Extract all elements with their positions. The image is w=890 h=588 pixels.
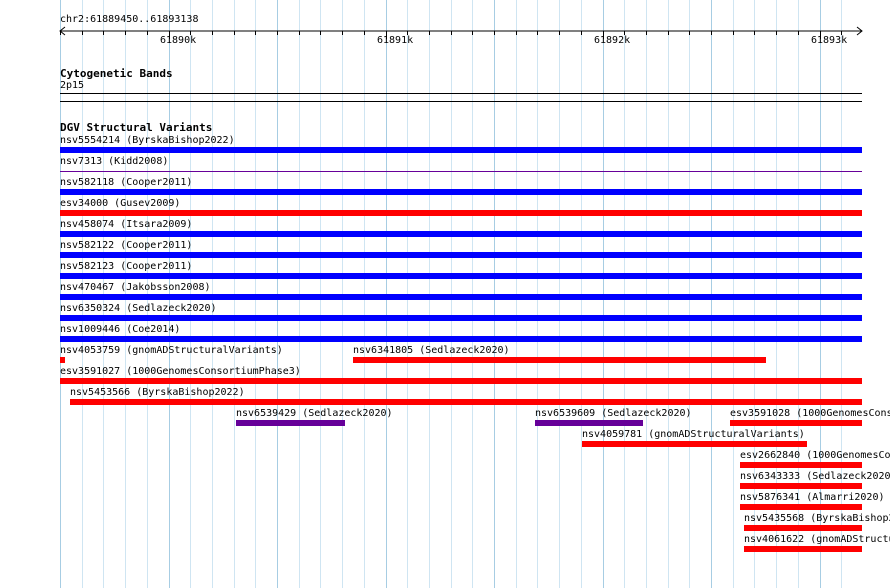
ruler-minor-tick [277, 31, 278, 35]
dgv-feature-label: nsv582123 (Cooper2011) [60, 261, 193, 272]
dgv-feature-label: nsv4059781 (gnomADStructuralVariants) [582, 429, 805, 440]
dgv-feature-label: nsv4061622 (gnomADStructu [744, 534, 890, 545]
dgv-feature-label: nsv470467 (Jakobsson2008) [60, 282, 211, 293]
dgv-feature-label: nsv6539429 (Sedlazeck2020) [236, 408, 393, 419]
ruler-minor-tick [516, 31, 517, 35]
dgv-feature-bar[interactable] [60, 171, 862, 172]
ruler-minor-tick [537, 31, 538, 35]
ruler-minor-tick [668, 31, 669, 35]
dgv-feature-bar[interactable] [60, 294, 862, 300]
ruler-minor-tick [342, 31, 343, 35]
dgv-feature-bar[interactable] [60, 147, 862, 153]
dgv-feature-label: esv3591028 (1000GenomesCons [730, 408, 890, 419]
dgv-track-title[interactable]: DGV Structural Variants [60, 122, 212, 134]
dgv-feature-bar[interactable] [744, 546, 862, 552]
ruler-minor-tick [364, 31, 365, 35]
dgv-feature-label: nsv582122 (Cooper2011) [60, 240, 193, 251]
dgv-feature-bar[interactable] [582, 441, 807, 447]
ruler-minor-tick [82, 31, 83, 35]
dgv-feature-label: nsv6343333 (Sedlazeck2020 [740, 471, 890, 482]
ruler-minor-tick [60, 31, 61, 35]
genome-browser-view: { "ruler": { "locus": "chr2:61889450..61… [0, 0, 890, 588]
ruler-minor-tick [733, 31, 734, 35]
ruler-minor-tick [125, 31, 126, 35]
ruler-minor-tick [754, 31, 755, 35]
ruler-minor-tick [234, 31, 235, 35]
dgv-feature-bar[interactable] [60, 378, 862, 384]
dgv-feature-bar[interactable] [60, 336, 862, 342]
dgv-feature-bar[interactable] [730, 420, 862, 426]
dgv-feature-bar[interactable] [60, 189, 862, 195]
ruler-minor-tick [689, 31, 690, 35]
dgv-feature-label: nsv5554214 (ByrskaBishop2022) [60, 135, 235, 146]
locus-label: chr2:61889450..61893138 [60, 14, 199, 25]
dgv-feature-label: nsv6341805 (Sedlazeck2020) [353, 345, 510, 356]
tick-label: 61893k [811, 35, 848, 46]
ruler-minor-tick [581, 31, 582, 35]
ruler-minor-tick [472, 31, 473, 35]
ruler-minor-tick [212, 31, 213, 35]
dgv-feature-bar[interactable] [353, 357, 766, 363]
dgv-feature-bar[interactable] [70, 399, 862, 405]
ruler-minor-tick [147, 31, 148, 35]
dgv-feature-bar[interactable] [535, 420, 643, 426]
dgv-feature-label: esv2662840 (1000GenomesCo [740, 450, 890, 461]
dgv-feature-bar[interactable] [60, 357, 65, 363]
dgv-feature-label: esv34000 (Gusev2009) [60, 198, 181, 209]
ruler-minor-tick [711, 31, 712, 35]
ruler-minor-tick [646, 31, 647, 35]
dgv-feature-label: nsv4053759 (gnomADStructuralVariants) [60, 345, 283, 356]
dgv-feature-label: nsv582118 (Cooper2011) [60, 177, 193, 188]
dgv-feature-bar[interactable] [60, 252, 862, 258]
dgv-feature-label: nsv5435568 (ByrskaBishop2 [744, 513, 890, 524]
tick-label: 61890k [160, 35, 197, 46]
dgv-feature-label: nsv5876341 (Almarri2020) [740, 492, 885, 503]
dgv-feature-label: nsv1009446 (Coe2014) [60, 324, 181, 335]
ruler-minor-tick [559, 31, 560, 35]
dgv-feature-label: nsv6350324 (Sedlazeck2020) [60, 303, 217, 314]
cytoband-track-title[interactable]: Cytogenetic Bands [60, 68, 173, 80]
tick-label: 61891k [377, 35, 414, 46]
ruler-minor-tick [255, 31, 256, 35]
ruler-minor-tick [299, 31, 300, 35]
cytoband-line-top [60, 93, 862, 94]
dgv-feature-bar[interactable] [740, 504, 862, 510]
tick-label: 61892k [594, 35, 631, 46]
dgv-feature-label: nsv7313 (Kidd2008) [60, 156, 169, 167]
dgv-feature-bar[interactable] [740, 483, 862, 489]
ruler-minor-tick [103, 31, 104, 35]
cytoband-line-bottom [60, 101, 862, 102]
dgv-feature-bar[interactable] [236, 420, 345, 426]
cytoband-label: 2p15 [60, 80, 85, 91]
dgv-feature-label: esv3591027 (1000GenomesConsortiumPhase3) [60, 366, 301, 377]
dgv-feature-label: nsv5453566 (ByrskaBishop2022) [70, 387, 245, 398]
ruler-minor-tick [451, 31, 452, 35]
dgv-feature-bar[interactable] [60, 315, 862, 321]
dgv-feature-bar[interactable] [740, 462, 862, 468]
ruler-minor-tick [429, 31, 430, 35]
dgv-feature-bar[interactable] [744, 525, 862, 531]
ruler-minor-tick [320, 31, 321, 35]
dgv-feature-label: nsv6539609 (Sedlazeck2020) [535, 408, 692, 419]
dgv-feature-bar[interactable] [60, 273, 862, 279]
dgv-feature-bar[interactable] [60, 231, 862, 237]
ruler-minor-tick [776, 31, 777, 35]
dgv-feature-bar[interactable] [60, 210, 862, 216]
ruler-minor-tick [798, 31, 799, 35]
dgv-feature-label: nsv458074 (Itsara2009) [60, 219, 193, 230]
ruler-minor-tick [494, 31, 495, 35]
